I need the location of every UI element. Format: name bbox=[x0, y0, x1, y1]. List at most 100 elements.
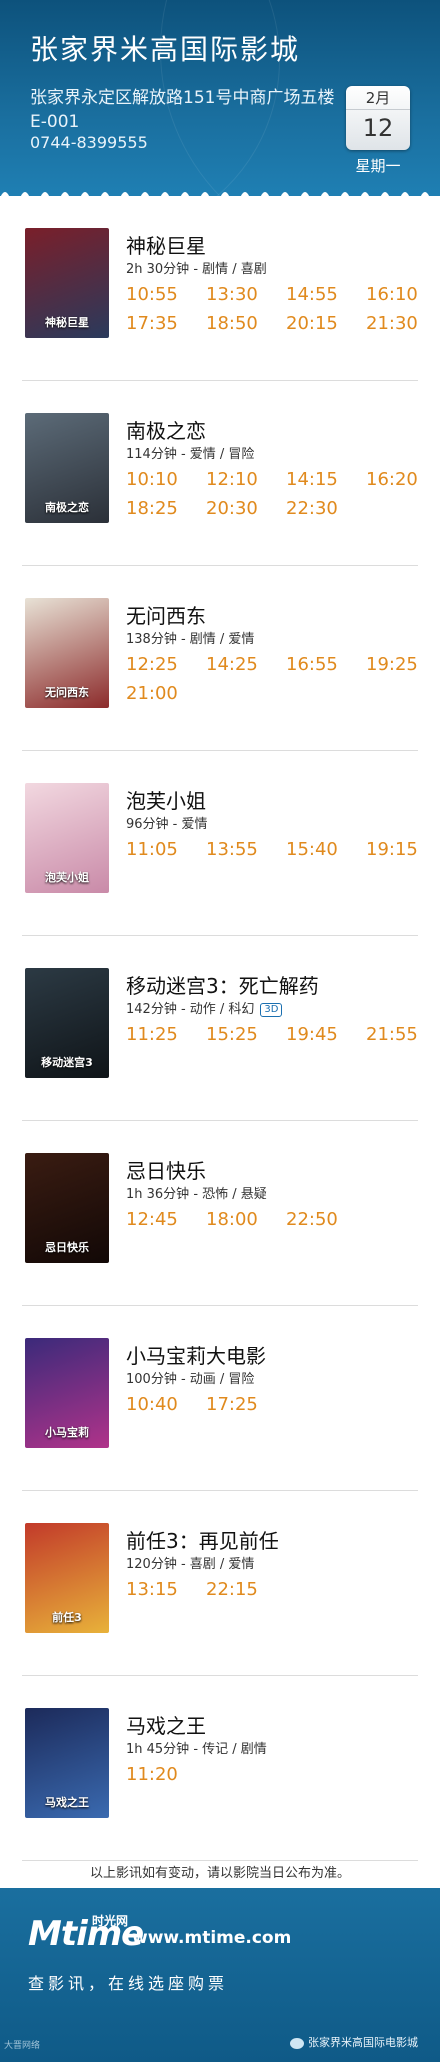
date-badge: 2月 12 bbox=[346, 86, 410, 150]
movie-poster[interactable]: 马戏之王 bbox=[25, 1708, 109, 1818]
showtime[interactable]: 21:00 bbox=[126, 681, 206, 707]
wechat-account-name: 张家界米高国际电影城 bbox=[308, 2036, 418, 2049]
3d-badge: 3D bbox=[260, 1002, 283, 1017]
showtime[interactable]: 10:10 bbox=[126, 467, 206, 493]
showtime[interactable]: 15:40 bbox=[286, 837, 366, 863]
movie-info-text: 142分钟 - 动作 / 科幻 bbox=[126, 1002, 255, 1017]
showtime[interactable]: 20:15 bbox=[286, 311, 366, 337]
showtime[interactable]: 22:30 bbox=[286, 496, 366, 522]
showtime[interactable]: 22:15 bbox=[206, 1577, 286, 1603]
movie-poster[interactable]: 小马宝莉 bbox=[25, 1338, 109, 1448]
footer-slogan: 查影讯，在线选座购票 bbox=[28, 1974, 229, 1993]
showtime[interactable]: 10:55 bbox=[126, 282, 206, 308]
movie-info-text: 120分钟 - 喜剧 / 爱情 bbox=[126, 1557, 255, 1572]
movie-item[interactable]: 前任3 前任3：再见前任 120分钟 - 喜剧 / 爱情 13:15 22:15 bbox=[0, 1491, 440, 1676]
showtime[interactable]: 12:10 bbox=[206, 467, 286, 493]
showtime[interactable]: 18:25 bbox=[126, 496, 206, 522]
movie-info: 142分钟 - 动作 / 科幻 3D bbox=[126, 998, 283, 1017]
showtime[interactable]: 12:45 bbox=[126, 1207, 206, 1233]
showtime[interactable]: 16:20 bbox=[366, 467, 426, 493]
movie-info: 100分钟 - 动画 / 冒险 bbox=[126, 1368, 254, 1387]
showtime[interactable]: 19:15 bbox=[366, 837, 426, 863]
movie-info-text: 1h 45分钟 - 传记 / 剧情 bbox=[126, 1742, 267, 1757]
showtime[interactable]: 13:30 bbox=[206, 282, 286, 308]
movie-poster[interactable]: 移动迷宫3 bbox=[25, 968, 109, 1078]
showtime[interactable]: 12:25 bbox=[126, 652, 206, 678]
mtime-logo-cn: 时光网 bbox=[92, 1914, 129, 1928]
showtime[interactable]: 13:55 bbox=[206, 837, 286, 863]
movie-poster[interactable]: 前任3 bbox=[25, 1523, 109, 1633]
movie-title[interactable]: 前任3：再见前任 bbox=[126, 1525, 279, 1554]
movie-poster[interactable]: 无问西东 bbox=[25, 598, 109, 708]
showtime[interactable]: 19:45 bbox=[286, 1022, 366, 1048]
movie-poster[interactable]: 神秘巨星 bbox=[25, 228, 109, 338]
showtime[interactable]: 20:30 bbox=[206, 496, 286, 522]
movie-info-text: 114分钟 - 爱情 / 冒险 bbox=[126, 447, 255, 462]
wechat-account[interactable]: 张家界米高国际电影城 bbox=[290, 2034, 418, 2050]
showtime[interactable]: 11:25 bbox=[126, 1022, 206, 1048]
showtime[interactable]: 21:55 bbox=[366, 1022, 426, 1048]
poster-title: 马戏之王 bbox=[45, 1796, 89, 1809]
showtime[interactable]: 18:00 bbox=[206, 1207, 286, 1233]
header-wave-edge bbox=[0, 192, 430, 196]
showtimes: 13:15 22:15 bbox=[126, 1577, 426, 1603]
movie-title[interactable]: 泡芙小姐 bbox=[126, 785, 206, 814]
movie-info: 1h 45分钟 - 传记 / 剧情 bbox=[126, 1738, 267, 1757]
movie-info: 138分钟 - 剧情 / 爱情 bbox=[126, 628, 254, 647]
movie-title[interactable]: 无问西东 bbox=[126, 600, 206, 629]
movie-info-text: 100分钟 - 动画 / 冒险 bbox=[126, 1372, 255, 1387]
movie-poster[interactable]: 忌日快乐 bbox=[25, 1153, 109, 1263]
movie-title[interactable]: 神秘巨星 bbox=[126, 230, 206, 259]
wechat-icon bbox=[290, 2037, 304, 2049]
cinema-phone[interactable]: 0744-8399555 bbox=[30, 133, 148, 152]
showtime[interactable]: 17:35 bbox=[126, 311, 206, 337]
movie-title[interactable]: 忌日快乐 bbox=[126, 1155, 206, 1184]
movie-list: 神秘巨星 神秘巨星 2h 30分钟 - 剧情 / 喜剧 10:55 13:30 14:55… bbox=[0, 196, 440, 1861]
movie-item[interactable]: 忌日快乐 忌日快乐 1h 36分钟 - 恐怖 / 悬疑 12:45 18:00 22:50 bbox=[0, 1121, 440, 1306]
showtime[interactable]: 11:05 bbox=[126, 837, 206, 863]
movie-item[interactable]: 小马宝莉 小马宝莉大电影 100分钟 - 动画 / 冒险 10:40 17:25 bbox=[0, 1306, 440, 1491]
showtime[interactable]: 14:25 bbox=[206, 652, 286, 678]
movie-poster[interactable]: 南极之恋 bbox=[25, 413, 109, 523]
footer: Mtime 时光网 www.mtime.com 查影讯，在线选座购票 张家界米高… bbox=[0, 1888, 440, 2062]
showtimes: 12:45 18:00 22:50 bbox=[126, 1207, 426, 1233]
showtime[interactable]: 17:25 bbox=[206, 1392, 286, 1418]
showtime[interactable]: 14:55 bbox=[286, 282, 366, 308]
movie-title[interactable]: 小马宝莉大电影 bbox=[126, 1340, 266, 1369]
showtime[interactable]: 13:15 bbox=[126, 1577, 206, 1603]
movie-info: 1h 36分钟 - 恐怖 / 悬疑 bbox=[126, 1183, 267, 1202]
cinema-address: 张家界永定区解放路151号中商广场五楼E-001 bbox=[30, 88, 335, 132]
movie-item[interactable]: 无问西东 无问西东 138分钟 - 剧情 / 爱情 12:25 14:25 16:55 19… bbox=[0, 566, 440, 751]
showtime[interactable]: 15:25 bbox=[206, 1022, 286, 1048]
showtime[interactable]: 16:10 bbox=[366, 282, 426, 308]
movie-item[interactable]: 泡芙小姐 泡芙小姐 96分钟 - 爱情 11:05 13:55 15:40 19:15 bbox=[0, 751, 440, 936]
mtime-url[interactable]: www.mtime.com bbox=[132, 1928, 291, 1948]
movie-title[interactable]: 马戏之王 bbox=[126, 1710, 206, 1739]
movie-item[interactable]: 移动迷宫3 移动迷宫3：死亡解药 142分钟 - 动作 / 科幻 3D 11:25 15:… bbox=[0, 936, 440, 1121]
movie-title[interactable]: 移动迷宫3：死亡解药 bbox=[126, 970, 319, 999]
showtime[interactable]: 11:20 bbox=[126, 1762, 206, 1788]
date-weekday: 星期一 bbox=[355, 157, 401, 175]
movie-item[interactable]: 马戏之王 马戏之王 1h 45分钟 - 传记 / 剧情 11:20 bbox=[0, 1676, 440, 1861]
showtime[interactable]: 22:50 bbox=[286, 1207, 366, 1233]
showtime[interactable]: 21:30 bbox=[366, 311, 426, 337]
date-day: 12 bbox=[362, 114, 394, 142]
poster-title: 神秘巨星 bbox=[45, 316, 89, 329]
movie-info-text: 138分钟 - 剧情 / 爱情 bbox=[126, 632, 255, 647]
movie-info-text: 2h 30分钟 - 剧情 / 喜剧 bbox=[126, 262, 267, 277]
poster-title: 忌日快乐 bbox=[45, 1241, 89, 1254]
movie-item[interactable]: 神秘巨星 神秘巨星 2h 30分钟 - 剧情 / 喜剧 10:55 13:30 14:55… bbox=[0, 196, 440, 381]
movie-poster[interactable]: 泡芙小姐 bbox=[25, 783, 109, 893]
header: 张家界米高国际影城 张家界永定区解放路151号中商广场五楼E-001 0744-… bbox=[0, 0, 440, 196]
poster-title: 泡芙小姐 bbox=[45, 871, 89, 884]
movie-info: 114分钟 - 爱情 / 冒险 bbox=[126, 443, 254, 462]
movie-item[interactable]: 南极之恋 南极之恋 114分钟 - 爱情 / 冒险 10:10 12:10 14:15 16… bbox=[0, 381, 440, 566]
showtime[interactable]: 10:40 bbox=[126, 1392, 206, 1418]
showtime[interactable]: 19:25 bbox=[366, 652, 426, 678]
showtime[interactable]: 16:55 bbox=[286, 652, 366, 678]
movie-info: 120分钟 - 喜剧 / 爱情 bbox=[126, 1553, 254, 1572]
showtime[interactable]: 18:50 bbox=[206, 311, 286, 337]
movie-title[interactable]: 南极之恋 bbox=[126, 415, 206, 444]
divider bbox=[22, 1860, 418, 1861]
showtime[interactable]: 14:15 bbox=[286, 467, 366, 493]
